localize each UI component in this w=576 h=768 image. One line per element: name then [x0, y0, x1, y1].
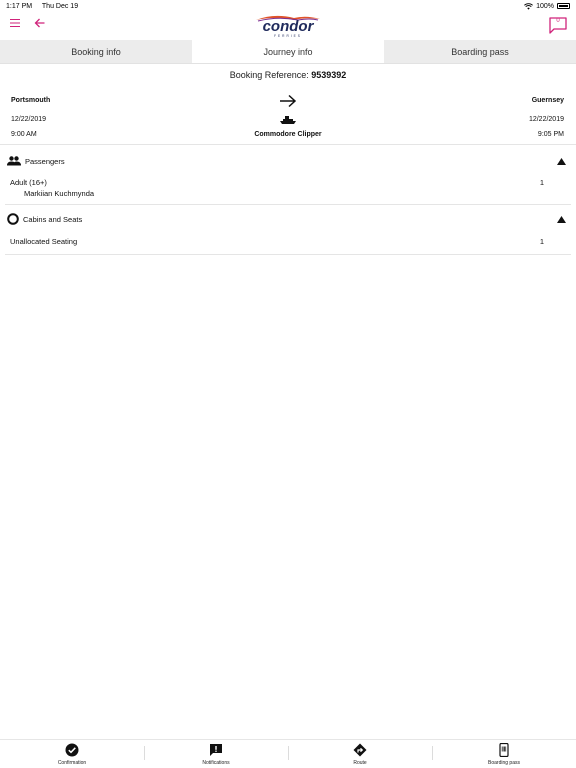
passenger-type-count: 1	[539, 178, 544, 187]
booking-reference: Booking Reference: 9539392	[0, 70, 576, 80]
notifications-button[interactable]: 0	[549, 17, 567, 34]
passenger-name: Markiian Kuchmynda	[24, 189, 95, 198]
status-right: 100%	[524, 3, 570, 10]
nav-confirmation-label: Confirmation	[57, 760, 87, 766]
collapse-triangle-icon[interactable]	[557, 158, 566, 165]
logo-tagline: FERRIES	[274, 34, 302, 38]
people-icon	[7, 156, 21, 166]
seating-count: 1	[539, 237, 544, 246]
battery-icon	[557, 3, 570, 9]
nav-boarding-pass[interactable]: Boarding pass	[432, 740, 576, 768]
check-circle-icon	[65, 743, 79, 757]
right-arrow-icon	[280, 94, 297, 108]
tab-boarding-pass[interactable]: Boarding pass	[384, 40, 576, 63]
condor-ferries-logo: condor FERRIES	[256, 15, 320, 38]
arrival-time: 9:05 PM	[537, 131, 564, 138]
back-arrow-icon[interactable]	[34, 18, 45, 28]
cabins-header[interactable]: Cabins and Seats	[7, 213, 82, 225]
route-sign-icon	[353, 743, 367, 757]
passengers-header[interactable]: Passengers	[7, 156, 65, 166]
circle-outline-icon	[7, 213, 19, 225]
phone-barcode-icon	[499, 743, 509, 757]
status-time: 1:17 PM	[6, 2, 33, 10]
nav-route[interactable]: Route	[288, 740, 432, 768]
departure-date: 12/22/2019	[11, 116, 47, 123]
bottom-navigation: Confirmation Notifications Route Boardin…	[0, 739, 576, 768]
menu-icon[interactable]	[10, 19, 20, 27]
cabins-section: Cabins and Seats Unallocated Seating 1	[5, 205, 571, 255]
tab-booking-info[interactable]: Booking info	[0, 40, 192, 63]
tab-journey-info[interactable]: Journey info	[192, 40, 384, 63]
seating-label: Unallocated Seating	[10, 237, 78, 246]
notification-count: 0	[556, 18, 560, 24]
tab-bar: Booking info Journey info Boarding pass	[0, 40, 576, 64]
vessel-name: Commodore Clipper	[254, 131, 322, 138]
booking-reference-value: 9539392	[311, 70, 347, 80]
wifi-icon	[524, 2, 534, 10]
status-bar: 1:17 PM Thu Dec 19 100%	[0, 0, 576, 12]
nav-notifications[interactable]: Notifications	[144, 740, 288, 768]
nav-confirmation[interactable]: Confirmation	[0, 740, 144, 768]
destination-port: Guernsey	[531, 97, 564, 104]
collapse-triangle-icon[interactable]	[557, 216, 566, 223]
passengers-title: Passengers	[25, 156, 65, 166]
nav-left	[10, 18, 45, 28]
passenger-type-label: Adult (16+)	[10, 178, 47, 187]
cabins-title: Cabins and Seats	[23, 214, 83, 224]
ferry-icon	[280, 116, 296, 124]
journey-summary: Portsmouth Guernsey 12/22/2019 12/22/201…	[0, 89, 576, 145]
status-date: Thu Dec 19	[41, 2, 79, 10]
nav-boarding-pass-label: Boarding pass	[488, 760, 520, 766]
nav-bar: condor FERRIES 0	[0, 12, 576, 40]
nav-notifications-label: Notifications	[202, 760, 230, 766]
arrival-date: 12/22/2019	[528, 116, 564, 123]
battery-percent: 100%	[536, 2, 554, 10]
logo-wordmark: condor	[263, 18, 315, 35]
passengers-section: Passengers Adult (16+) 1 Markiian Kuchmy…	[5, 150, 571, 205]
origin-port: Portsmouth	[11, 97, 51, 104]
booking-reference-label: Booking Reference:	[229, 70, 309, 80]
nav-route-label: Route	[353, 760, 367, 766]
alert-message-icon	[210, 744, 222, 756]
status-left: 1:17 PM Thu Dec 19	[6, 3, 86, 10]
